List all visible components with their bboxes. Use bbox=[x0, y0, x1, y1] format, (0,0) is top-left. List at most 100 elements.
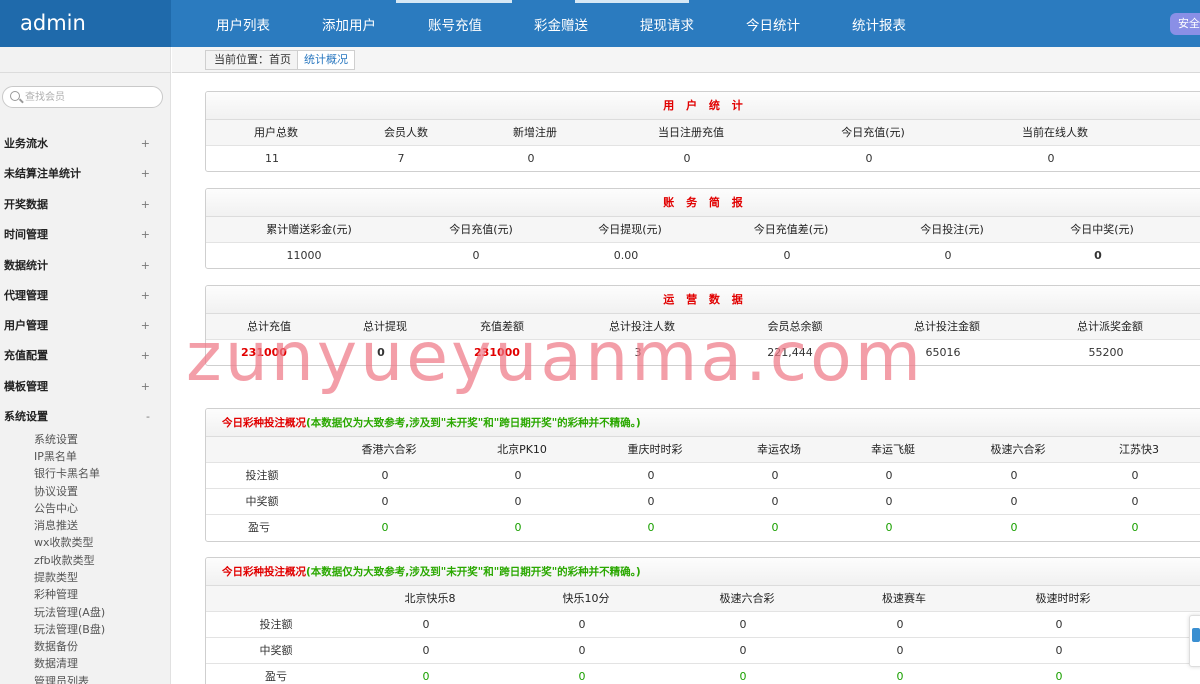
header-cell: 今日充值差(元) bbox=[753, 223, 829, 236]
header-cell: 香港六合彩 bbox=[361, 443, 417, 456]
header-cell: 今日充值(元) bbox=[841, 126, 905, 139]
header-cell: 快乐10分 bbox=[562, 592, 610, 605]
menu-label: 模板管理 bbox=[4, 380, 48, 393]
expand-icon[interactable]: + bbox=[141, 377, 150, 397]
header-cell: 极速六合彩 bbox=[719, 592, 775, 605]
value-cell: 0 bbox=[578, 618, 586, 631]
sidebar-sub-withdraw-type[interactable]: 提款类型 bbox=[34, 571, 78, 585]
sidebar-sub-data-backup[interactable]: 数据备份 bbox=[34, 640, 78, 654]
sidebar-menu-system-settings[interactable]: 系统设置 - bbox=[4, 407, 154, 427]
header-cell: 今日中奖(元) bbox=[1070, 223, 1134, 236]
sidebar-sub-data-cleanup[interactable]: 数据清理 bbox=[34, 657, 78, 671]
table-row: 11 7 0 0 0 0 bbox=[206, 146, 1200, 171]
value-cell: 11000 bbox=[286, 249, 322, 262]
value-cell: 0 bbox=[885, 495, 893, 508]
value-cell: 0 bbox=[422, 618, 430, 631]
value-cell: 0 bbox=[514, 521, 522, 534]
member-search[interactable] bbox=[2, 86, 163, 108]
header-cell: 今日提现(元) bbox=[598, 223, 662, 236]
sidebar-sub-rules-a[interactable]: 玩法管理(A盘) bbox=[34, 606, 105, 620]
menu-label: 用户管理 bbox=[4, 319, 48, 332]
nav-add-user[interactable]: 添加用户 bbox=[296, 0, 402, 47]
header-cell: 北京快乐8 bbox=[404, 592, 456, 605]
value-cell: 0 bbox=[647, 521, 655, 534]
panel-account-brief: 账 务 简 报 累计赠送彩金(元) 今日充值(元) 今日提现(元) 今日充值差(… bbox=[205, 188, 1200, 269]
row-label: 投注额 bbox=[259, 618, 293, 631]
sidebar-sub-agreement-settings[interactable]: 协议设置 bbox=[34, 485, 78, 499]
nav-withdraw-request[interactable]: 提现请求 bbox=[614, 0, 720, 47]
header-cell: 北京PK10 bbox=[497, 443, 547, 456]
sidebar-menu-agent-management[interactable]: 代理管理 + bbox=[4, 286, 154, 306]
menu-label: 数据统计 bbox=[4, 259, 48, 272]
sidebar-sub-announcement-center[interactable]: 公告中心 bbox=[34, 502, 78, 516]
sidebar-menu-unsettled-bets[interactable]: 未结算注单统计 + bbox=[4, 164, 154, 184]
header-cell: 总计充值 bbox=[247, 320, 291, 333]
header-cell: 会员人数 bbox=[384, 126, 428, 139]
header-cell: 当前在线人数 bbox=[1022, 126, 1088, 139]
table-header: 香港六合彩 北京PK10 重庆时时彩 幸运农场 幸运飞艇 极速六合彩 江苏快3 bbox=[206, 437, 1200, 463]
nav-user-list[interactable]: 用户列表 bbox=[190, 0, 296, 47]
header-cell: 当日注册充值 bbox=[658, 126, 724, 139]
sidebar-sub-ip-blacklist[interactable]: IP黑名单 bbox=[34, 450, 77, 464]
nav-today-stats[interactable]: 今日统计 bbox=[720, 0, 826, 47]
value-cell: 0 bbox=[896, 618, 904, 631]
sidebar-sub-zfb-payment-type[interactable]: zfb收款类型 bbox=[34, 554, 95, 568]
menu-label: 系统设置 bbox=[4, 410, 48, 423]
sidebar-menu-data-stats[interactable]: 数据统计 + bbox=[4, 256, 154, 276]
safe-exit-button[interactable]: 安全 bbox=[1170, 13, 1200, 35]
menu-label: 代理管理 bbox=[4, 289, 48, 302]
sidebar-sub-admin-list[interactable]: 管理员列表 bbox=[34, 675, 89, 684]
sidebar-sub-bankcard-blacklist[interactable]: 银行卡黑名单 bbox=[34, 467, 100, 481]
value-cell: 0 bbox=[578, 644, 586, 657]
sidebar-sub-message-push[interactable]: 消息推送 bbox=[34, 519, 78, 533]
sidebar-sub-system-settings[interactable]: 系统设置 bbox=[34, 433, 78, 447]
table-header: 总计充值 总计提现 充值差额 总计投注人数 会员总余额 总计投注金额 总计派奖金… bbox=[206, 314, 1200, 340]
sidebar-menu-draw-data[interactable]: 开奖数据 + bbox=[4, 195, 154, 215]
row-label: 盈亏 bbox=[265, 670, 287, 683]
table-row: 盈亏 0 0 0 0 0 bbox=[206, 664, 1200, 684]
sidebar-menu-business-flow[interactable]: 业务流水 + bbox=[4, 134, 154, 154]
expand-icon[interactable]: + bbox=[141, 164, 150, 184]
panel-operations-data: 运 营 数 据 总计充值 总计提现 充值差额 总计投注人数 会员总余额 总计投注… bbox=[205, 285, 1200, 366]
value-cell: 0 bbox=[771, 495, 779, 508]
value-cell: 0 bbox=[377, 346, 385, 359]
value-cell: 0 bbox=[885, 521, 893, 534]
panel-title: 今日彩种投注概况(本数据仅为大致参考,涉及到"未开奖"和"跨日期开奖"的彩种并不… bbox=[206, 558, 1200, 586]
expand-icon[interactable]: + bbox=[141, 134, 150, 154]
value-cell: 0 bbox=[381, 495, 389, 508]
sidebar-sub-lottery-management[interactable]: 彩种管理 bbox=[34, 588, 78, 602]
value-cell: 0 bbox=[422, 670, 430, 683]
row-label: 中奖额 bbox=[245, 495, 279, 508]
search-input[interactable] bbox=[25, 89, 155, 105]
breadcrumb-location[interactable]: 当前位置：首页 bbox=[206, 51, 298, 69]
value-cell: 0 bbox=[514, 495, 522, 508]
sidebar-menu-recharge-config[interactable]: 充值配置 + bbox=[4, 346, 154, 366]
value-cell: 65016 bbox=[925, 346, 961, 359]
sidebar-menu-time-management[interactable]: 时间管理 + bbox=[4, 225, 154, 245]
header-cell: 江苏快3 bbox=[1119, 443, 1159, 456]
floating-service-button[interactable] bbox=[1189, 615, 1200, 667]
expand-icon[interactable]: + bbox=[141, 195, 150, 215]
sidebar-menu-template-management[interactable]: 模板管理 + bbox=[4, 377, 154, 397]
expand-icon[interactable]: + bbox=[141, 316, 150, 336]
value-cell: 11 bbox=[265, 152, 279, 165]
expand-icon[interactable]: + bbox=[141, 256, 150, 276]
sidebar-sub-wx-payment-type[interactable]: wx收款类型 bbox=[34, 536, 94, 550]
nav-bonus-gift[interactable]: 彩金赠送 bbox=[508, 0, 614, 47]
sidebar-sub-rules-b[interactable]: 玩法管理(B盘) bbox=[34, 623, 105, 637]
value-cell: 0 bbox=[1131, 495, 1139, 508]
value-cell: 0 bbox=[739, 644, 747, 657]
nav-stats-report[interactable]: 统计报表 bbox=[826, 0, 932, 47]
value-cell: 0.00 bbox=[613, 249, 639, 262]
nav-account-recharge[interactable]: 账号充值 bbox=[402, 0, 508, 47]
expand-icon[interactable]: + bbox=[141, 286, 150, 306]
value-cell: 0 bbox=[422, 644, 430, 657]
value-cell: 0 bbox=[472, 249, 480, 262]
brand-logo: admin bbox=[0, 0, 171, 47]
value-cell: 0 bbox=[896, 670, 904, 683]
collapse-icon[interactable]: - bbox=[146, 407, 150, 427]
menu-label: 充值配置 bbox=[4, 349, 48, 362]
expand-icon[interactable]: + bbox=[141, 225, 150, 245]
expand-icon[interactable]: + bbox=[141, 346, 150, 366]
sidebar-menu-user-management[interactable]: 用户管理 + bbox=[4, 316, 154, 336]
